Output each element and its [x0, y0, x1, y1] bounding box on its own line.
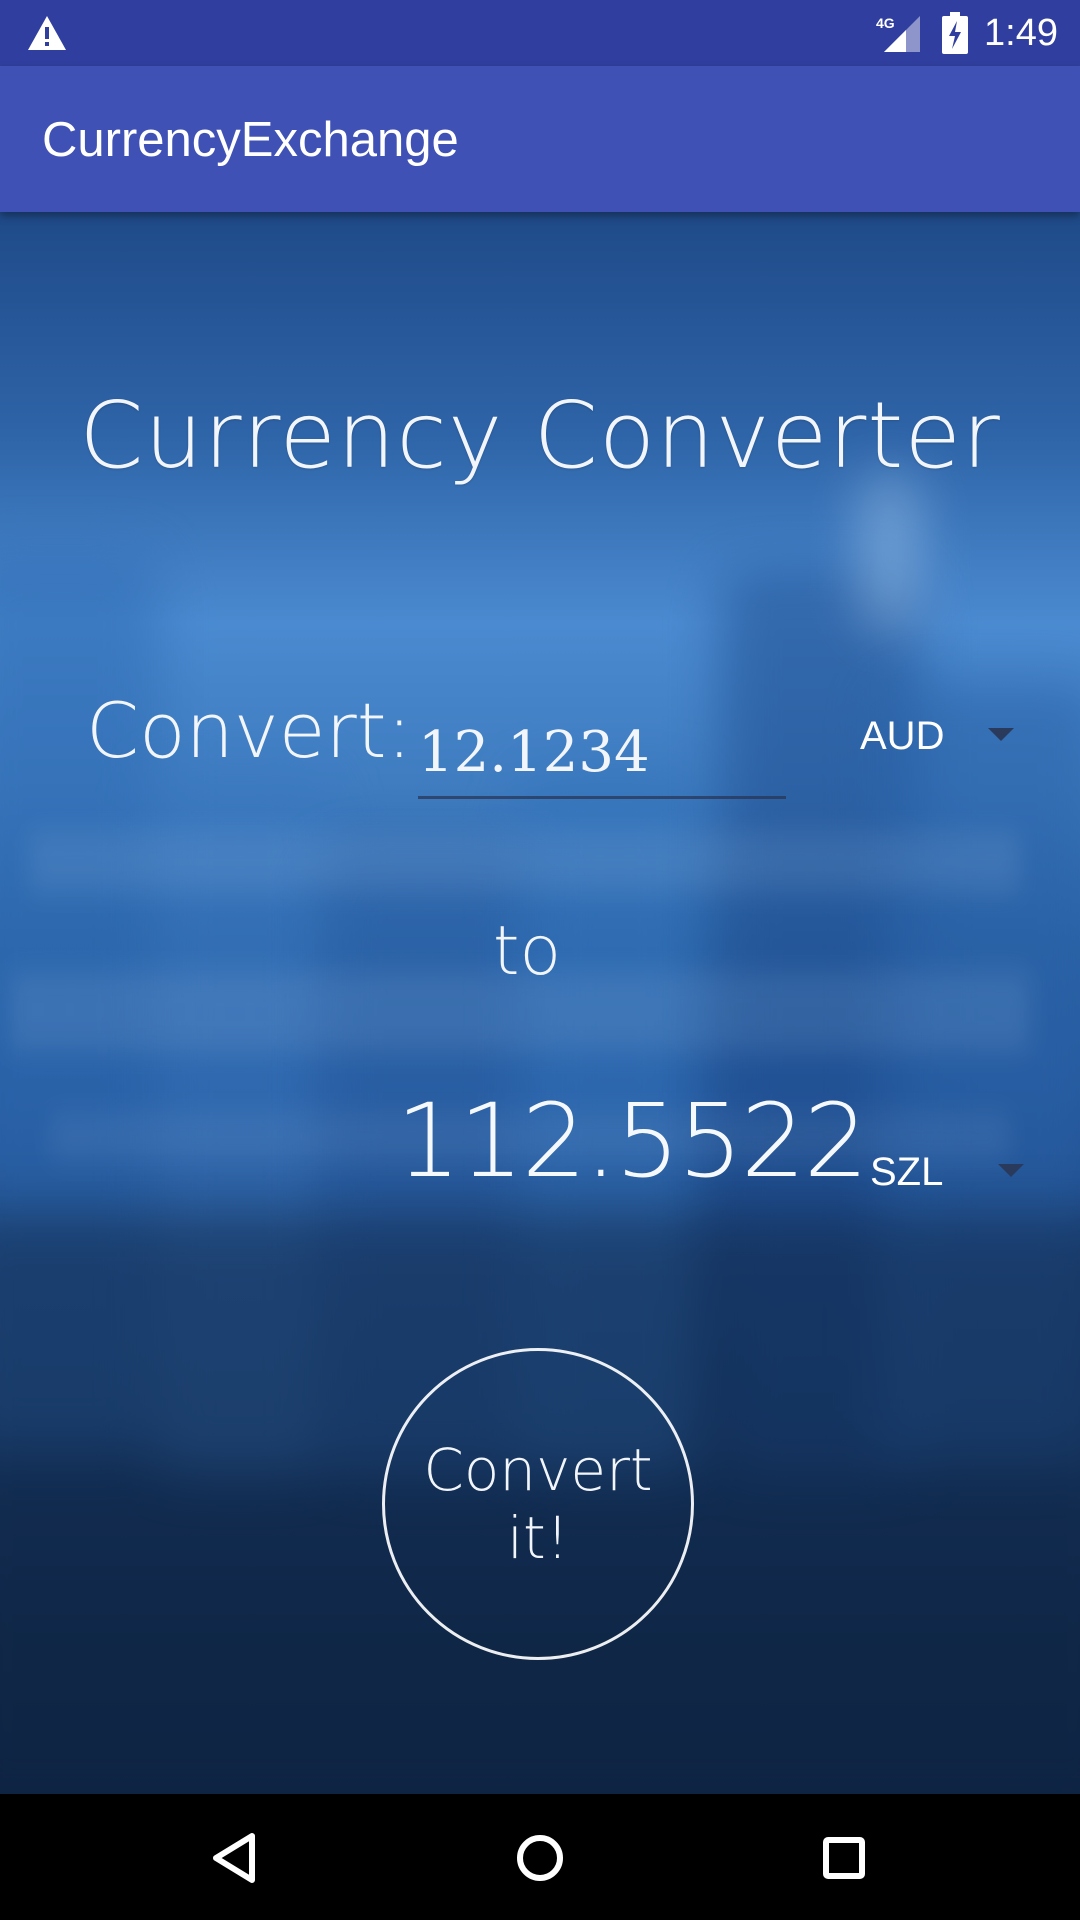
recents-icon[interactable] [802, 1816, 886, 1900]
to-currency-spinner[interactable]: SZL [870, 1150, 1030, 1200]
page-heading: Currency Converter [79, 382, 1001, 489]
app-bar: CurrencyExchange [0, 66, 1080, 212]
converter-screen: Currency Converter Convert: to 112.5522 … [0, 212, 1080, 1794]
status-bar: 4G 1:49 [0, 0, 1080, 66]
warning-icon [28, 16, 66, 50]
app-title: CurrencyExchange [42, 113, 459, 167]
from-currency-spinner[interactable]: AUD [860, 714, 1020, 764]
back-icon[interactable] [194, 1816, 278, 1900]
convert-button[interactable]: Convert it! [382, 1348, 694, 1660]
from-currency-label: AUD [860, 714, 945, 758]
network-type-label: 4G [876, 15, 895, 31]
result-value: 112.5522 [396, 1082, 869, 1201]
to-currency-label: SZL [870, 1150, 944, 1194]
amount-field [418, 712, 786, 799]
home-icon[interactable] [498, 1816, 582, 1900]
status-time: 1:49 [984, 12, 1058, 54]
dropdown-arrow-icon [988, 728, 1014, 741]
dropdown-arrow-icon [998, 1164, 1024, 1177]
convert-label: Convert: [86, 686, 413, 775]
to-label: to [492, 912, 562, 991]
amount-input[interactable] [418, 720, 778, 785]
navigation-bar [0, 1794, 1080, 1920]
battery-charging-icon [942, 12, 968, 54]
cell-signal-icon: 4G [876, 15, 920, 52]
